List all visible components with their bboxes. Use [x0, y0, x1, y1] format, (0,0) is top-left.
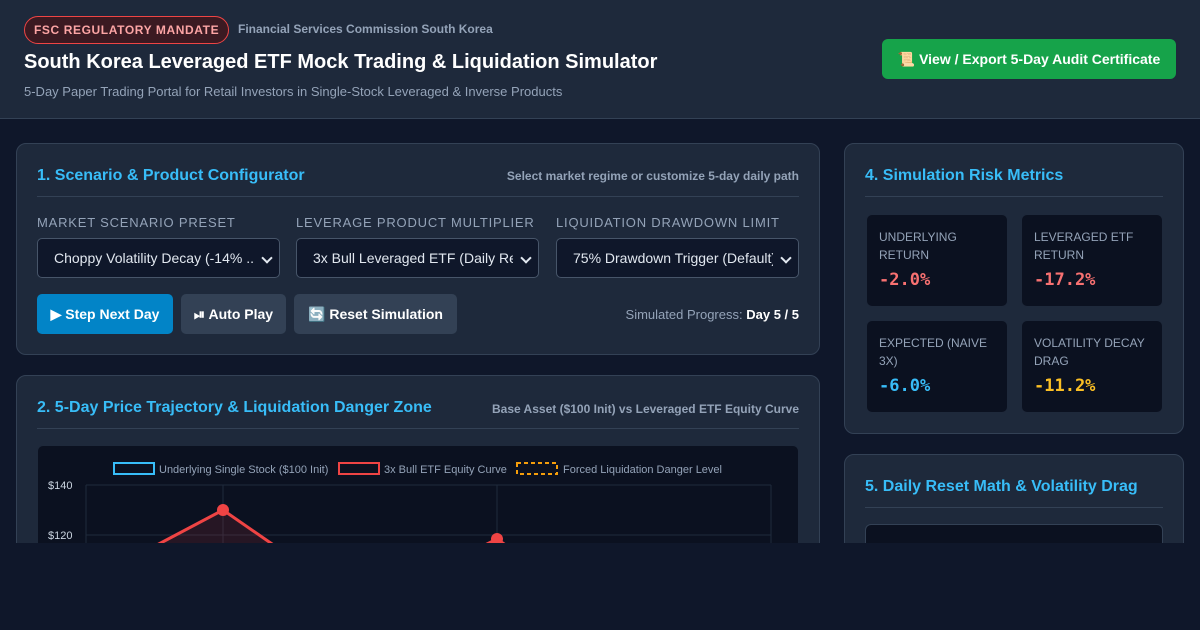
metric-underlying-return: UNDERLYING RETURN -2.0% [866, 214, 1008, 307]
trajectory-title: 2. 5-Day Price Trajectory & Liquidation … [37, 399, 432, 416]
legend-swatch [516, 462, 558, 475]
legend-swatch [338, 462, 380, 475]
scenario-select[interactable]: Choppy Volatility Decay (-14% ... [37, 238, 280, 278]
trajectory-hint: Base Asset ($100 Init) vs Leveraged ETF … [491, 402, 799, 416]
legend-label: Underlying Single Stock ($100 Init) [159, 464, 328, 476]
drawdown-select[interactable]: 75% Drawdown Trigger (Default) [556, 238, 799, 278]
drawdown-select-value: 75% Drawdown Trigger (Default) [573, 250, 773, 266]
configurator-title: 1. Scenario & Product Configurator [37, 167, 305, 184]
step-next-day-button[interactable]: ▶ Step Next Day [37, 294, 173, 334]
progress-prefix: Simulated Progress: [625, 307, 743, 322]
metric-value: -2.0% [879, 270, 931, 290]
risk-metrics-title: 4. Simulation Risk Metrics [865, 167, 1064, 184]
reset-simulation-button[interactable]: 🔄 Reset Simulation [294, 294, 457, 334]
chevron-down-icon [520, 252, 532, 264]
reset-math-title: 5. Daily Reset Math & Volatility Drag [865, 478, 1138, 495]
viewport-cutoff [0, 543, 1200, 630]
app-header: FSC REGULATORY MANDATE Financial Service… [0, 0, 1200, 119]
authority-label: Financial Services Commission South Kore… [238, 22, 493, 36]
chevron-down-icon [261, 252, 273, 264]
metric-value: -17.2% [1034, 270, 1096, 290]
configurator-panel: 1. Scenario & Product Configurator Selec… [16, 143, 820, 355]
divider [865, 196, 1163, 197]
metric-label: EXPECTED (NAIVE 3X) [879, 336, 988, 368]
divider [37, 196, 799, 197]
metric-label: UNDERLYING RETURN [879, 230, 957, 262]
leverage-label: LEVERAGE PRODUCT MULTIPLIER [296, 215, 535, 230]
y-tick-label: $140 [48, 480, 72, 492]
divider [37, 428, 799, 429]
leverage-select-value: 3x Bull Leveraged ETF (Daily Reset) [313, 250, 513, 266]
page-title: South Korea Leveraged ETF Mock Trading &… [24, 51, 658, 73]
leverage-select[interactable]: 3x Bull Leveraged ETF (Daily Reset) [296, 238, 539, 278]
metric-value: -11.2% [1034, 376, 1096, 396]
scenario-label: MARKET SCENARIO PRESET [37, 215, 236, 230]
legend-label: 3x Bull ETF Equity Curve [384, 464, 507, 476]
regulatory-badge: FSC REGULATORY MANDATE [24, 16, 230, 44]
simulated-progress: Simulated Progress: Day 5 / 5 [626, 307, 799, 322]
chevron-down-icon [780, 252, 792, 264]
y-tick-label: $120 [48, 530, 72, 542]
progress-value: Day 5 / 5 [746, 307, 799, 322]
etf-data-point [217, 504, 229, 516]
legend-label: Forced Liquidation Danger Level [563, 464, 722, 476]
page-subtitle: 5-Day Paper Trading Portal for Retail In… [24, 84, 563, 99]
divider [865, 507, 1163, 508]
legend-swatch [113, 462, 155, 475]
metric-volatility-decay-drag: VOLATILITY DECAY DRAG -11.2% [1021, 320, 1163, 413]
scenario-select-value: Choppy Volatility Decay (-14% ... [54, 250, 254, 266]
metric-value: -6.0% [879, 376, 931, 396]
risk-metrics-panel: 4. Simulation Risk Metrics UNDERLYING RE… [844, 143, 1184, 434]
drawdown-label: LIQUIDATION DRAWDOWN LIMIT [556, 215, 780, 230]
export-audit-certificate-button[interactable]: 📜 View / Export 5-Day Audit Certificate [882, 39, 1176, 79]
configurator-hint: Select market regime or customize 5-day … [506, 169, 799, 183]
auto-play-button[interactable]: ⏯ Auto Play [181, 294, 286, 334]
metric-label: VOLATILITY DECAY DRAG [1034, 336, 1145, 368]
metric-label: LEVERAGED ETF RETURN [1034, 230, 1134, 262]
metric-expected-naive: EXPECTED (NAIVE 3X) -6.0% [866, 320, 1008, 413]
metric-leveraged-etf-return: LEVERAGED ETF RETURN -17.2% [1021, 214, 1163, 307]
